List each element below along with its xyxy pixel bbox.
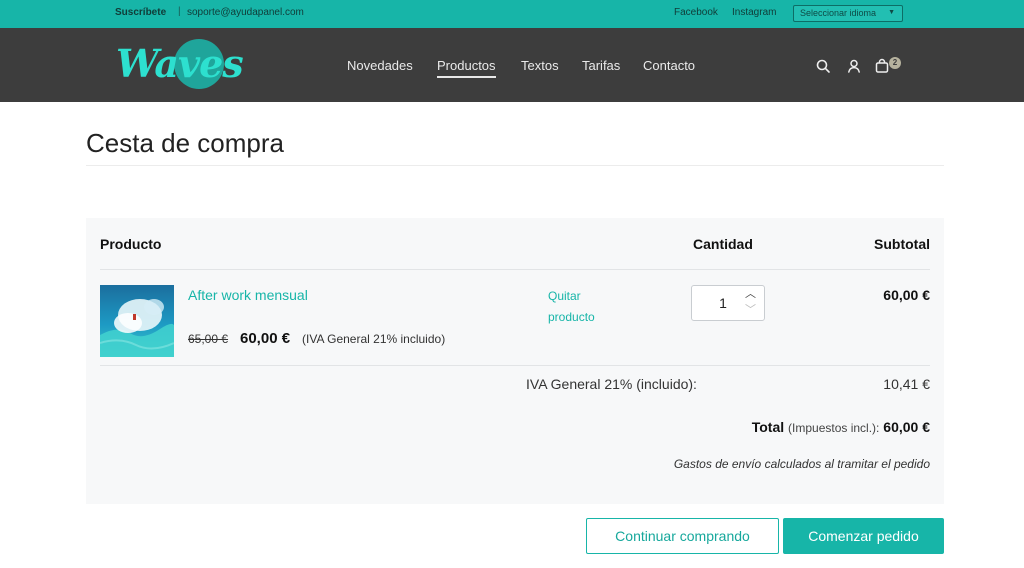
nav-item-contacto[interactable]: Contacto — [643, 58, 695, 73]
facebook-link[interactable]: Facebook — [674, 7, 718, 18]
chevron-down-icon[interactable]: ﹀ — [745, 305, 756, 316]
header-divider — [100, 269, 930, 270]
logo-text: Waves — [116, 41, 244, 86]
site-logo[interactable]: Waves — [114, 37, 244, 91]
tax-included-note: (IVA General 21% incluido) — [302, 332, 446, 346]
product-image — [100, 285, 174, 357]
title-divider — [86, 165, 944, 166]
quantity-stepper[interactable]: 1 ︿ ﹀ — [691, 285, 765, 321]
language-select[interactable]: Seleccionar idioma ▼ — [793, 5, 903, 22]
product-name-link[interactable]: After work mensual — [188, 287, 308, 303]
chevron-up-icon[interactable]: ︿ — [745, 289, 756, 300]
site-header: Waves Novedades Productos Textos Tarifas… — [0, 28, 1024, 102]
subscribe-link[interactable]: Suscríbete — [115, 7, 166, 18]
order-total: Total (Impuestos incl.): 60,00 € — [752, 419, 930, 435]
total-label: Total — [751, 419, 785, 435]
iva-value: 10,41 € — [883, 376, 930, 392]
iva-label: IVA General 21% (incluido): — [526, 376, 697, 392]
language-select-label: Seleccionar idioma — [800, 8, 877, 18]
total-value: 60,00 € — [883, 419, 930, 435]
top-bar: Suscríbete | soporte@ayudapanel.com Face… — [0, 0, 1024, 28]
checkout-button[interactable]: Comenzar pedido — [783, 518, 944, 554]
remove-product-link[interactable]: Quitar producto — [548, 286, 618, 328]
nav-item-textos[interactable]: Textos — [521, 58, 559, 73]
nav-item-novedades[interactable]: Novedades — [347, 58, 413, 73]
original-price: 65,00 € — [188, 332, 229, 346]
support-email-link[interactable]: soporte@ayudapanel.com — [187, 7, 304, 18]
shipping-note: Gastos de envío calculados al tramitar e… — [673, 457, 930, 471]
nav-item-productos[interactable]: Productos — [437, 58, 496, 78]
column-header-product: Producto — [100, 236, 162, 252]
column-header-quantity: Cantidad — [693, 236, 753, 252]
user-icon[interactable] — [846, 58, 862, 74]
topbar-separator: | — [178, 6, 181, 17]
item-subtotal: 60,00 € — [883, 287, 930, 303]
continue-shopping-button[interactable]: Continuar comprando — [586, 518, 779, 554]
cart-icon[interactable] — [874, 58, 890, 74]
item-divider — [100, 365, 930, 366]
sale-price: 60,00 € — [240, 330, 291, 347]
total-tax-included: (Impuestos incl.): — [788, 421, 880, 435]
cart-count-badge: 2 — [889, 57, 901, 69]
nav-item-tarifas[interactable]: Tarifas — [582, 58, 620, 73]
search-icon[interactable] — [815, 58, 831, 74]
instagram-link[interactable]: Instagram — [732, 7, 776, 18]
page-title: Cesta de compra — [86, 128, 284, 158]
product-thumbnail[interactable] — [100, 285, 174, 357]
caret-down-icon: ▼ — [888, 9, 895, 16]
column-header-subtotal: Subtotal — [874, 236, 930, 252]
